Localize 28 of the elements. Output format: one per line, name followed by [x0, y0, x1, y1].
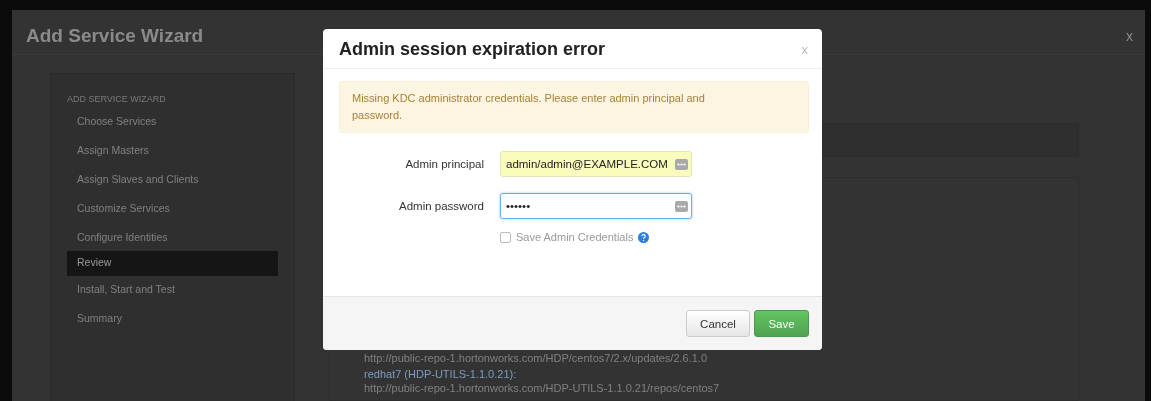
save-button[interactable]: Save — [754, 310, 809, 337]
dialog-title: Admin session expiration error — [339, 39, 606, 60]
sidebar-item[interactable]: Choose Services — [67, 112, 278, 129]
cancel-button[interactable]: Cancel — [686, 310, 750, 337]
sidebar-heading: ADD SERVICE WIZARD — [67, 94, 167, 104]
close-button[interactable]: x — [801, 42, 808, 57]
warning-alert: Missing KDC administrator credentials. Please enter admin principal and password. — [339, 81, 809, 133]
dots-icon[interactable] — [675, 158, 688, 170]
sidebar-item[interactable]: Assign Slaves and Clients — [67, 170, 278, 187]
sidebar-item[interactable]: Review — [67, 251, 278, 276]
repo-url[interactable]: http://public-repo-1.hortonworks.com/HDP/centos7/2.x/updates/2.6.1.0 — [364, 352, 1078, 364]
sidebar-item[interactable]: Customize Services — [67, 199, 278, 216]
sidebar-item[interactable]: Install, Start and Test — [67, 280, 278, 297]
field-label: Admin principal — [404, 158, 484, 170]
repo-url[interactable]: http://public-repo-1.hortonworks.com/HDP-UTILS-1.1.0.21/repos/centos7 — [364, 382, 1078, 394]
input-field[interactable]: •••••• — [500, 193, 692, 219]
checkbox-label: Save Admin Credentials — [516, 231, 634, 243]
field-label: Admin password — [398, 200, 484, 212]
dots-icon[interactable] — [675, 200, 688, 212]
checkbox[interactable] — [500, 231, 511, 243]
sidebar-item[interactable]: Configure Identities — [67, 228, 278, 245]
input-field[interactable]: admin/admin@EXAMPLE.COM — [500, 151, 692, 177]
wizard-title: Add Service Wizard — [26, 25, 204, 47]
sidebar-item[interactable]: Summary — [67, 309, 278, 326]
sidebar-item[interactable]: Assign Masters — [67, 141, 278, 158]
repo-label: redhat7 (HDP-UTILS-1.1.0.21): — [364, 368, 518, 380]
help-icon[interactable] — [638, 231, 650, 243]
close-button[interactable]: x — [1126, 28, 1133, 44]
